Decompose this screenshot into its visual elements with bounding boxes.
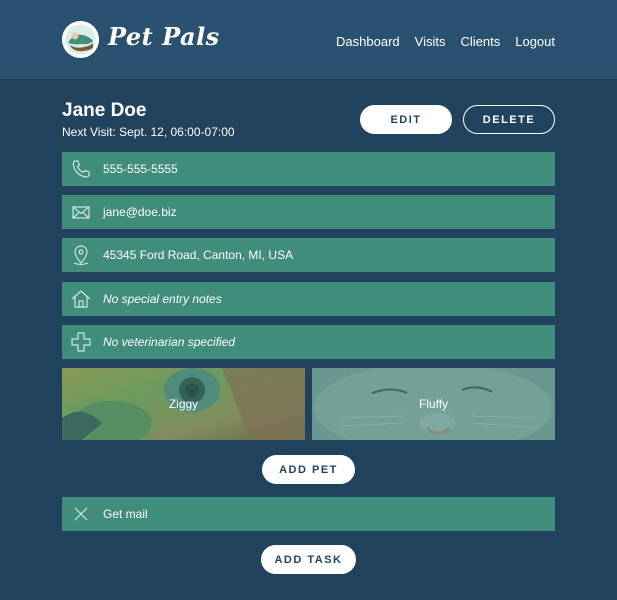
veterinarian-text: No veterinarian specified xyxy=(103,335,236,349)
edit-button[interactable]: EDIT xyxy=(360,105,452,134)
add-task-button[interactable]: ADD TASK xyxy=(261,545,356,574)
task-row: Get mail xyxy=(62,497,555,531)
pet-card-ziggy[interactable]: Ziggy xyxy=(62,368,305,440)
client-name: Jane Doe xyxy=(62,100,147,121)
address-row: 45345 Ford Road, Canton, MI, USA xyxy=(62,238,555,272)
task-text: Get mail xyxy=(103,507,148,521)
house-icon xyxy=(64,282,98,316)
next-visit: Next Visit: Sept. 12, 06:00-07:00 xyxy=(62,125,235,139)
header: Pet Pals Dashboard Visits Clients Logout xyxy=(0,0,617,80)
brand-name[interactable]: Pet Pals xyxy=(108,22,220,51)
phone-row: 555-555-5555 xyxy=(62,152,555,186)
email-text[interactable]: jane@doe.biz xyxy=(103,205,177,219)
entry-notes-row: No special entry notes xyxy=(62,282,555,316)
x-icon[interactable] xyxy=(64,497,98,531)
nav-logout[interactable]: Logout xyxy=(515,34,555,49)
medical-cross-icon xyxy=(64,325,98,359)
address-text[interactable]: 45345 Ford Road, Canton, MI, USA xyxy=(103,248,293,262)
entry-notes-text: No special entry notes xyxy=(103,292,222,306)
main-nav: Dashboard Visits Clients Logout xyxy=(336,34,555,49)
add-pet-button[interactable]: ADD PET xyxy=(262,455,355,484)
nav-visits[interactable]: Visits xyxy=(415,34,446,49)
logo-icon[interactable] xyxy=(62,21,99,58)
veterinarian-row: No veterinarian specified xyxy=(62,325,555,359)
mail-icon xyxy=(64,195,98,229)
nav-clients[interactable]: Clients xyxy=(460,34,500,49)
pet-name-ziggy: Ziggy xyxy=(168,397,199,411)
email-row: jane@doe.biz xyxy=(62,195,555,229)
phone-icon xyxy=(64,152,98,186)
pet-name-fluffy: Fluffy xyxy=(418,397,449,411)
location-pin-icon xyxy=(64,238,98,272)
nav-dashboard[interactable]: Dashboard xyxy=(336,34,400,49)
delete-button[interactable]: DELETE xyxy=(463,105,555,134)
pet-card-fluffy[interactable]: Fluffy xyxy=(312,368,555,440)
phone-text[interactable]: 555-555-5555 xyxy=(103,162,178,176)
